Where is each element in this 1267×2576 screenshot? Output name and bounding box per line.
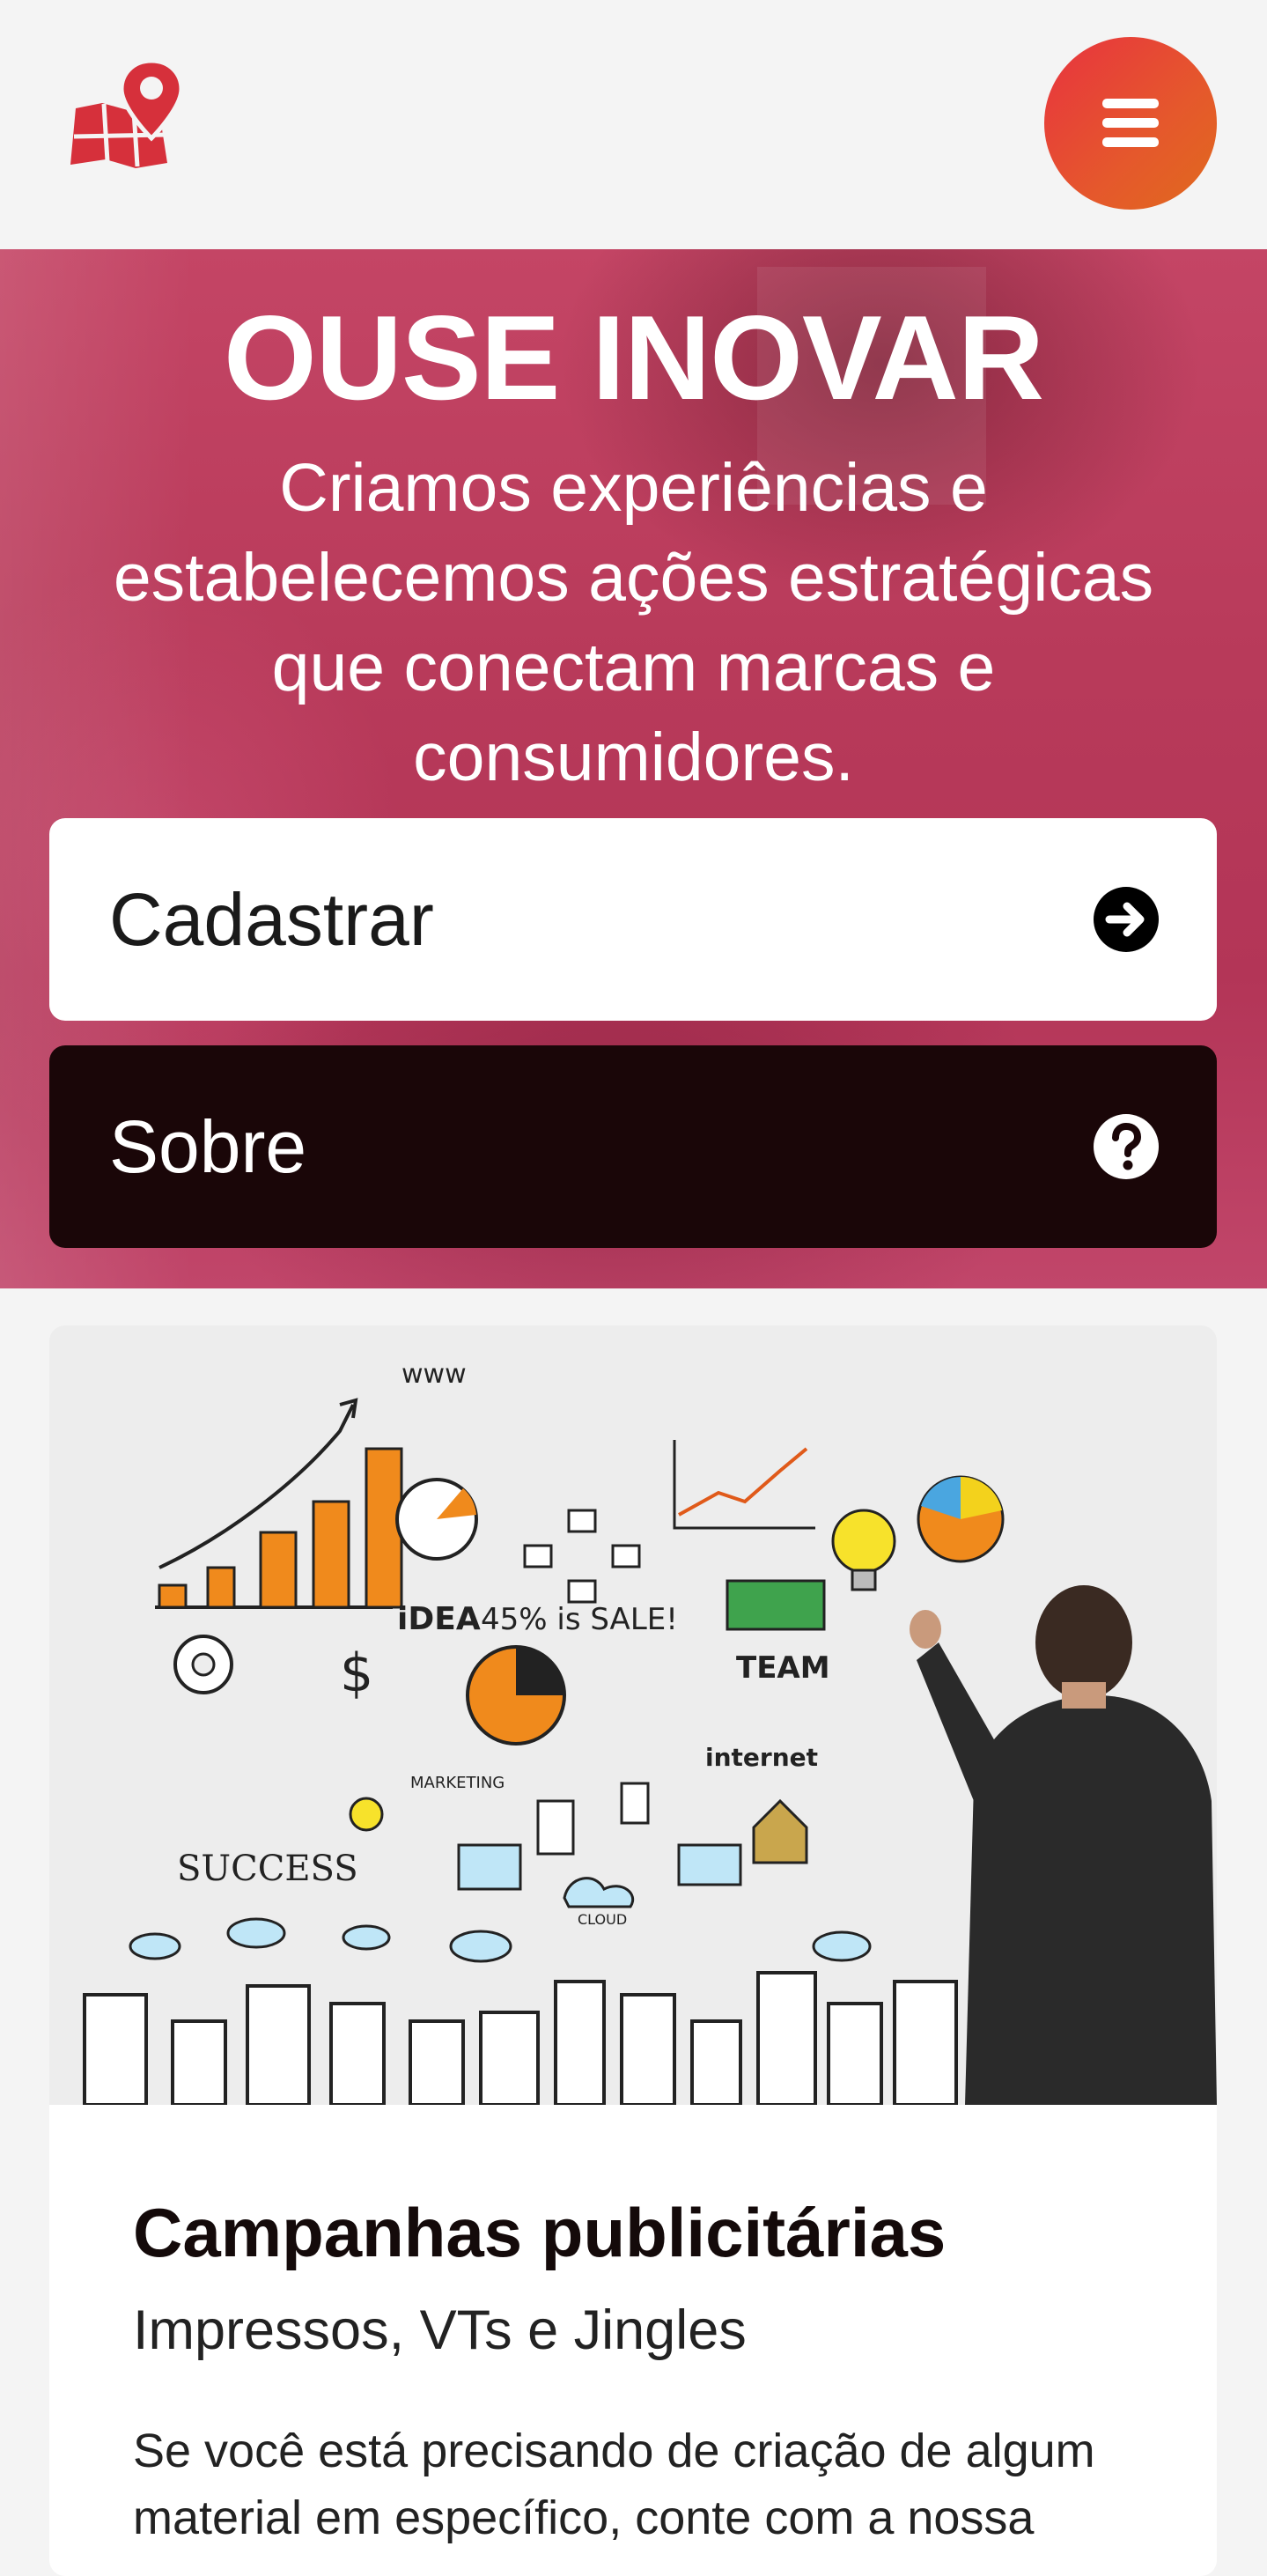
svg-text:45% is SALE!: 45% is SALE! [481, 1602, 678, 1637]
svg-text:SUCCESS: SUCCESS [177, 1849, 358, 1889]
svg-text:www: www [401, 1359, 467, 1390]
svg-text:internet: internet [705, 1743, 818, 1772]
svg-text:iDEA: iDEA [397, 1601, 481, 1637]
svg-text:MARKETING: MARKETING [410, 1774, 505, 1792]
svg-text:TEAM: TEAM [736, 1650, 830, 1686]
sobre-button[interactable]: Sobre [49, 1045, 1217, 1248]
hero-title: OUSE INOVAR [223, 291, 1044, 424]
svg-text:CLOUD: CLOUD [578, 1911, 627, 1928]
question-circle-icon [1094, 1114, 1159, 1179]
hamburger-menu-icon [1102, 99, 1159, 147]
card-title: Campanhas publicitárias [133, 2194, 947, 2271]
business-concept-whiteboard-illustration: www iDEA 45% is SALE! TEAM internet SUCC… [49, 1325, 1217, 2107]
svg-text:$: $ [340, 1642, 373, 1704]
card-subtitle: Impressos, VTs e Jingles [133, 2299, 747, 2361]
arrow-right-circle-icon [1094, 887, 1159, 952]
map-pin-logo-icon[interactable] [70, 57, 194, 172]
card-description: Se você está precisando de criação de al… [133, 2425, 1095, 2544]
service-card[interactable]: www iDEA 45% is SALE! TEAM internet SUCC… [49, 1325, 1217, 2576]
cadastrar-button[interactable]: Cadastrar [49, 818, 1217, 1021]
hero-section: OUSE INOVAR Criamos experiências e estab… [0, 249, 1267, 1288]
site-header [0, 0, 1267, 249]
cadastrar-button-label: Cadastrar [109, 878, 434, 961]
hero-subtitle: Criamos experiências e estabelecemos açõ… [113, 450, 1154, 795]
sobre-button-label: Sobre [109, 1105, 307, 1188]
menu-button[interactable] [1044, 37, 1217, 210]
